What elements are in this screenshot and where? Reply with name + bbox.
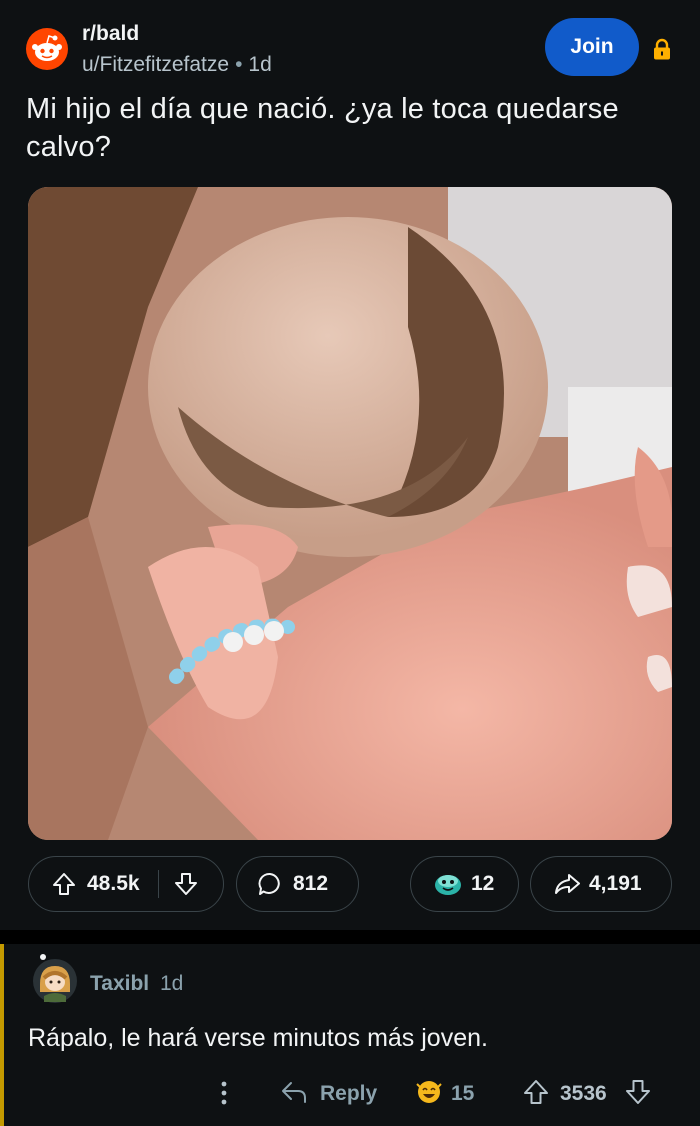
reddit-snoo-icon — [32, 35, 62, 61]
awards-count: 12 — [471, 872, 495, 895]
arrow-down-icon[interactable] — [624, 1078, 652, 1106]
meta-separator: • — [235, 53, 243, 76]
vote-score: 48.5k — [87, 872, 140, 895]
subreddit-avatar[interactable] — [26, 28, 68, 70]
arrow-down-icon[interactable] — [173, 871, 199, 897]
vertical-dots-icon[interactable] — [214, 1078, 234, 1108]
subreddit-name[interactable]: r/bald — [82, 22, 139, 46]
post-header: r/bald u/Fitzefitzefatze • 1d Join — [26, 18, 686, 82]
lock-icon — [654, 38, 670, 60]
commenter-avatar[interactable] — [30, 954, 80, 1004]
share-arrow-icon — [555, 874, 580, 894]
post-author[interactable]: u/Fitzefitzefatze — [82, 53, 229, 76]
section-divider — [0, 930, 700, 944]
comment-author[interactable]: Taxibl — [90, 972, 149, 996]
comment-age: 1d — [160, 972, 184, 995]
post-title[interactable]: Mi hijo el día que nació. ¿ya le toca qu… — [26, 90, 676, 166]
comments-count: 812 — [293, 872, 329, 895]
comment-score: 3536 — [560, 1082, 607, 1105]
comments-button[interactable]: 812 — [236, 856, 359, 912]
vote-control: 48.5k — [28, 856, 224, 912]
arrow-up-icon[interactable] — [522, 1078, 550, 1106]
arrow-up-icon[interactable] — [51, 871, 77, 897]
baby-photo-image — [28, 187, 672, 840]
speech-bubble-icon — [258, 873, 280, 895]
award-button[interactable]: 12 — [410, 856, 519, 912]
comment-text: Rápalo, le hará verse minutos más joven. — [28, 1024, 488, 1052]
comment-awards-count: 15 — [451, 1082, 475, 1105]
post-card: r/bald u/Fitzefitzefatze • 1d Join Mi hijo… — [0, 0, 700, 930]
reply-arrow-icon[interactable] — [280, 1078, 308, 1106]
post-age: 1d — [248, 53, 272, 76]
comment: Taxibl 1d Rápalo, le hará verse minutos … — [0, 944, 700, 1126]
post-image[interactable] — [28, 187, 672, 840]
comment-actions: Reply 15 3536 — [0, 1078, 700, 1114]
post-meta: u/Fitzefitzefatze • 1d — [82, 53, 272, 77]
award-icon — [435, 875, 461, 895]
shares-count: 4,191 — [589, 872, 642, 895]
post-actions: 48.5k 812 12 4,191 — [0, 856, 700, 914]
join-button[interactable]: Join — [545, 18, 639, 76]
vote-divider — [157, 870, 160, 898]
share-button[interactable]: 4,191 — [530, 856, 672, 912]
award-icon[interactable] — [414, 1078, 444, 1106]
reply-button[interactable]: Reply — [320, 1082, 377, 1106]
